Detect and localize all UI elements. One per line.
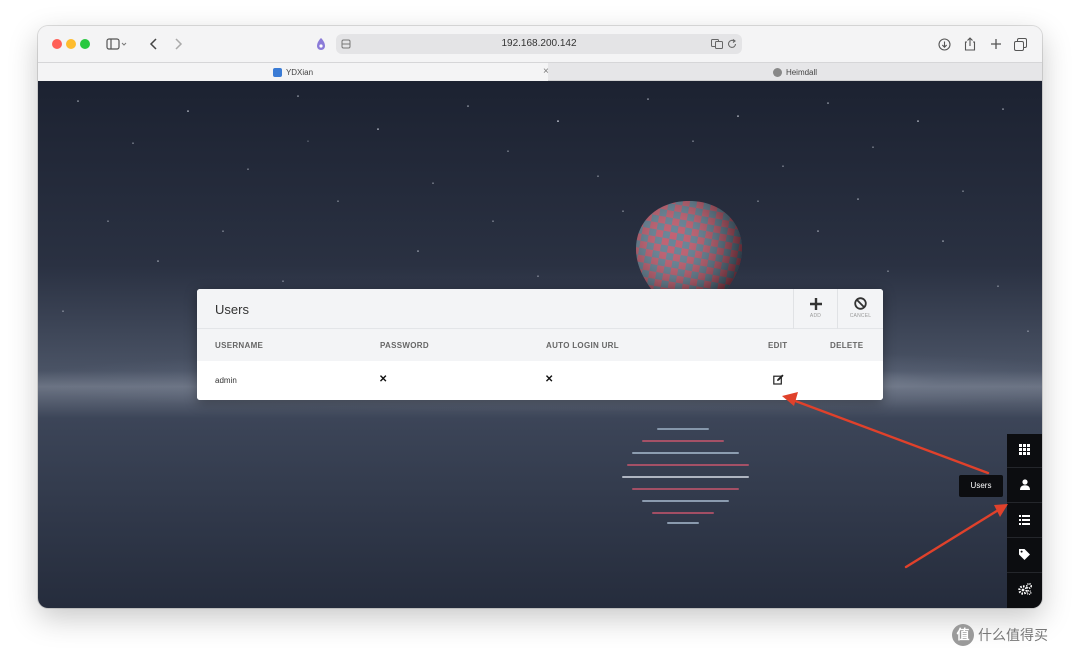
browser-window: 192.168.200.142 YDXian × Heimdall Users … <box>38 26 1042 608</box>
sidebar-item-settings[interactable] <box>1007 574 1042 608</box>
column-header-username: USERNAME <box>215 341 264 350</box>
sidebar-item-items[interactable] <box>1007 504 1042 538</box>
add-user-button[interactable]: ADD <box>793 289 837 329</box>
settings-icon <box>1017 582 1032 600</box>
cancel-button[interactable]: CANCEL <box>837 289 883 329</box>
users-panel: Users ADD CANCEL USERNAME PASSWORD AUTO … <box>197 289 883 400</box>
tab-label: Heimdall <box>785 67 818 77</box>
arrow-head-users <box>994 504 1008 517</box>
close-window-button[interactable] <box>52 39 62 49</box>
balloon-reflection <box>622 428 749 524</box>
tag-icon <box>1019 547 1030 565</box>
page-viewport: Users ADD CANCEL USERNAME PASSWORD AUTO … <box>38 81 1042 608</box>
tab-bar: YDXian × Heimdall <box>38 62 1042 81</box>
plus-icon <box>794 297 837 313</box>
app-sidebar <box>1007 434 1042 608</box>
list-icon <box>1019 512 1030 530</box>
ydxian-favicon-icon <box>272 67 282 77</box>
cell-username: admin <box>215 376 237 385</box>
address-bar[interactable]: 192.168.200.142 <box>336 34 742 54</box>
column-header-delete: DELETE <box>830 341 864 350</box>
column-header-password: PASSWORD <box>380 341 429 350</box>
table-row: admin ✕ ✕ <box>197 361 883 400</box>
share-icon[interactable] <box>962 34 978 54</box>
arrow-to-users <box>904 507 1002 569</box>
edit-icon[interactable] <box>773 374 784 387</box>
tab-label: YDXian <box>285 67 314 77</box>
ban-icon <box>838 297 883 313</box>
minimize-window-button[interactable] <box>66 39 76 49</box>
url-text: 192.168.200.142 <box>501 38 577 49</box>
panel-header: Users ADD CANCEL <box>197 289 883 329</box>
extension-icon[interactable] <box>312 34 330 54</box>
tab-overview-icon[interactable] <box>1012 34 1028 54</box>
table-header: USERNAME PASSWORD AUTO LOGIN URL EDIT DE… <box>197 329 883 361</box>
translate-icon[interactable] <box>710 38 724 50</box>
new-tab-icon[interactable] <box>988 34 1004 54</box>
sidebar-item-applications[interactable] <box>1007 434 1042 468</box>
sidebar-item-tags[interactable] <box>1007 539 1042 573</box>
tab-heimdall[interactable]: Heimdall <box>548 63 1042 81</box>
reload-icon[interactable] <box>726 38 738 50</box>
panel-title: Users <box>215 302 249 317</box>
download-icon[interactable] <box>936 34 952 54</box>
sidebar-item-users[interactable] <box>1007 469 1042 503</box>
watermark-text: 什么值得买 <box>978 627 1048 643</box>
watermark-badge: 值 <box>952 624 974 646</box>
column-header-edit: EDIT <box>768 341 788 350</box>
browser-toolbar: 192.168.200.142 <box>38 26 1042 62</box>
zoom-window-button[interactable] <box>80 39 90 49</box>
sidebar-toggle-icon[interactable] <box>104 34 130 54</box>
back-icon[interactable] <box>146 34 162 54</box>
users-tooltip: Users <box>959 475 1003 497</box>
grid-icon <box>1019 442 1030 460</box>
cell-password-cross-icon: ✕ <box>379 374 388 385</box>
heimdall-favicon-icon <box>772 67 782 77</box>
user-icon <box>1019 477 1030 495</box>
site-watermark: 值 什么值得买 <box>952 624 1048 646</box>
tab-ydxian[interactable]: YDXian <box>38 63 548 81</box>
forward-icon[interactable] <box>170 34 186 54</box>
cell-auto-login-cross-icon: ✕ <box>545 374 554 385</box>
column-header-auto-login-url: AUTO LOGIN URL <box>546 341 619 350</box>
